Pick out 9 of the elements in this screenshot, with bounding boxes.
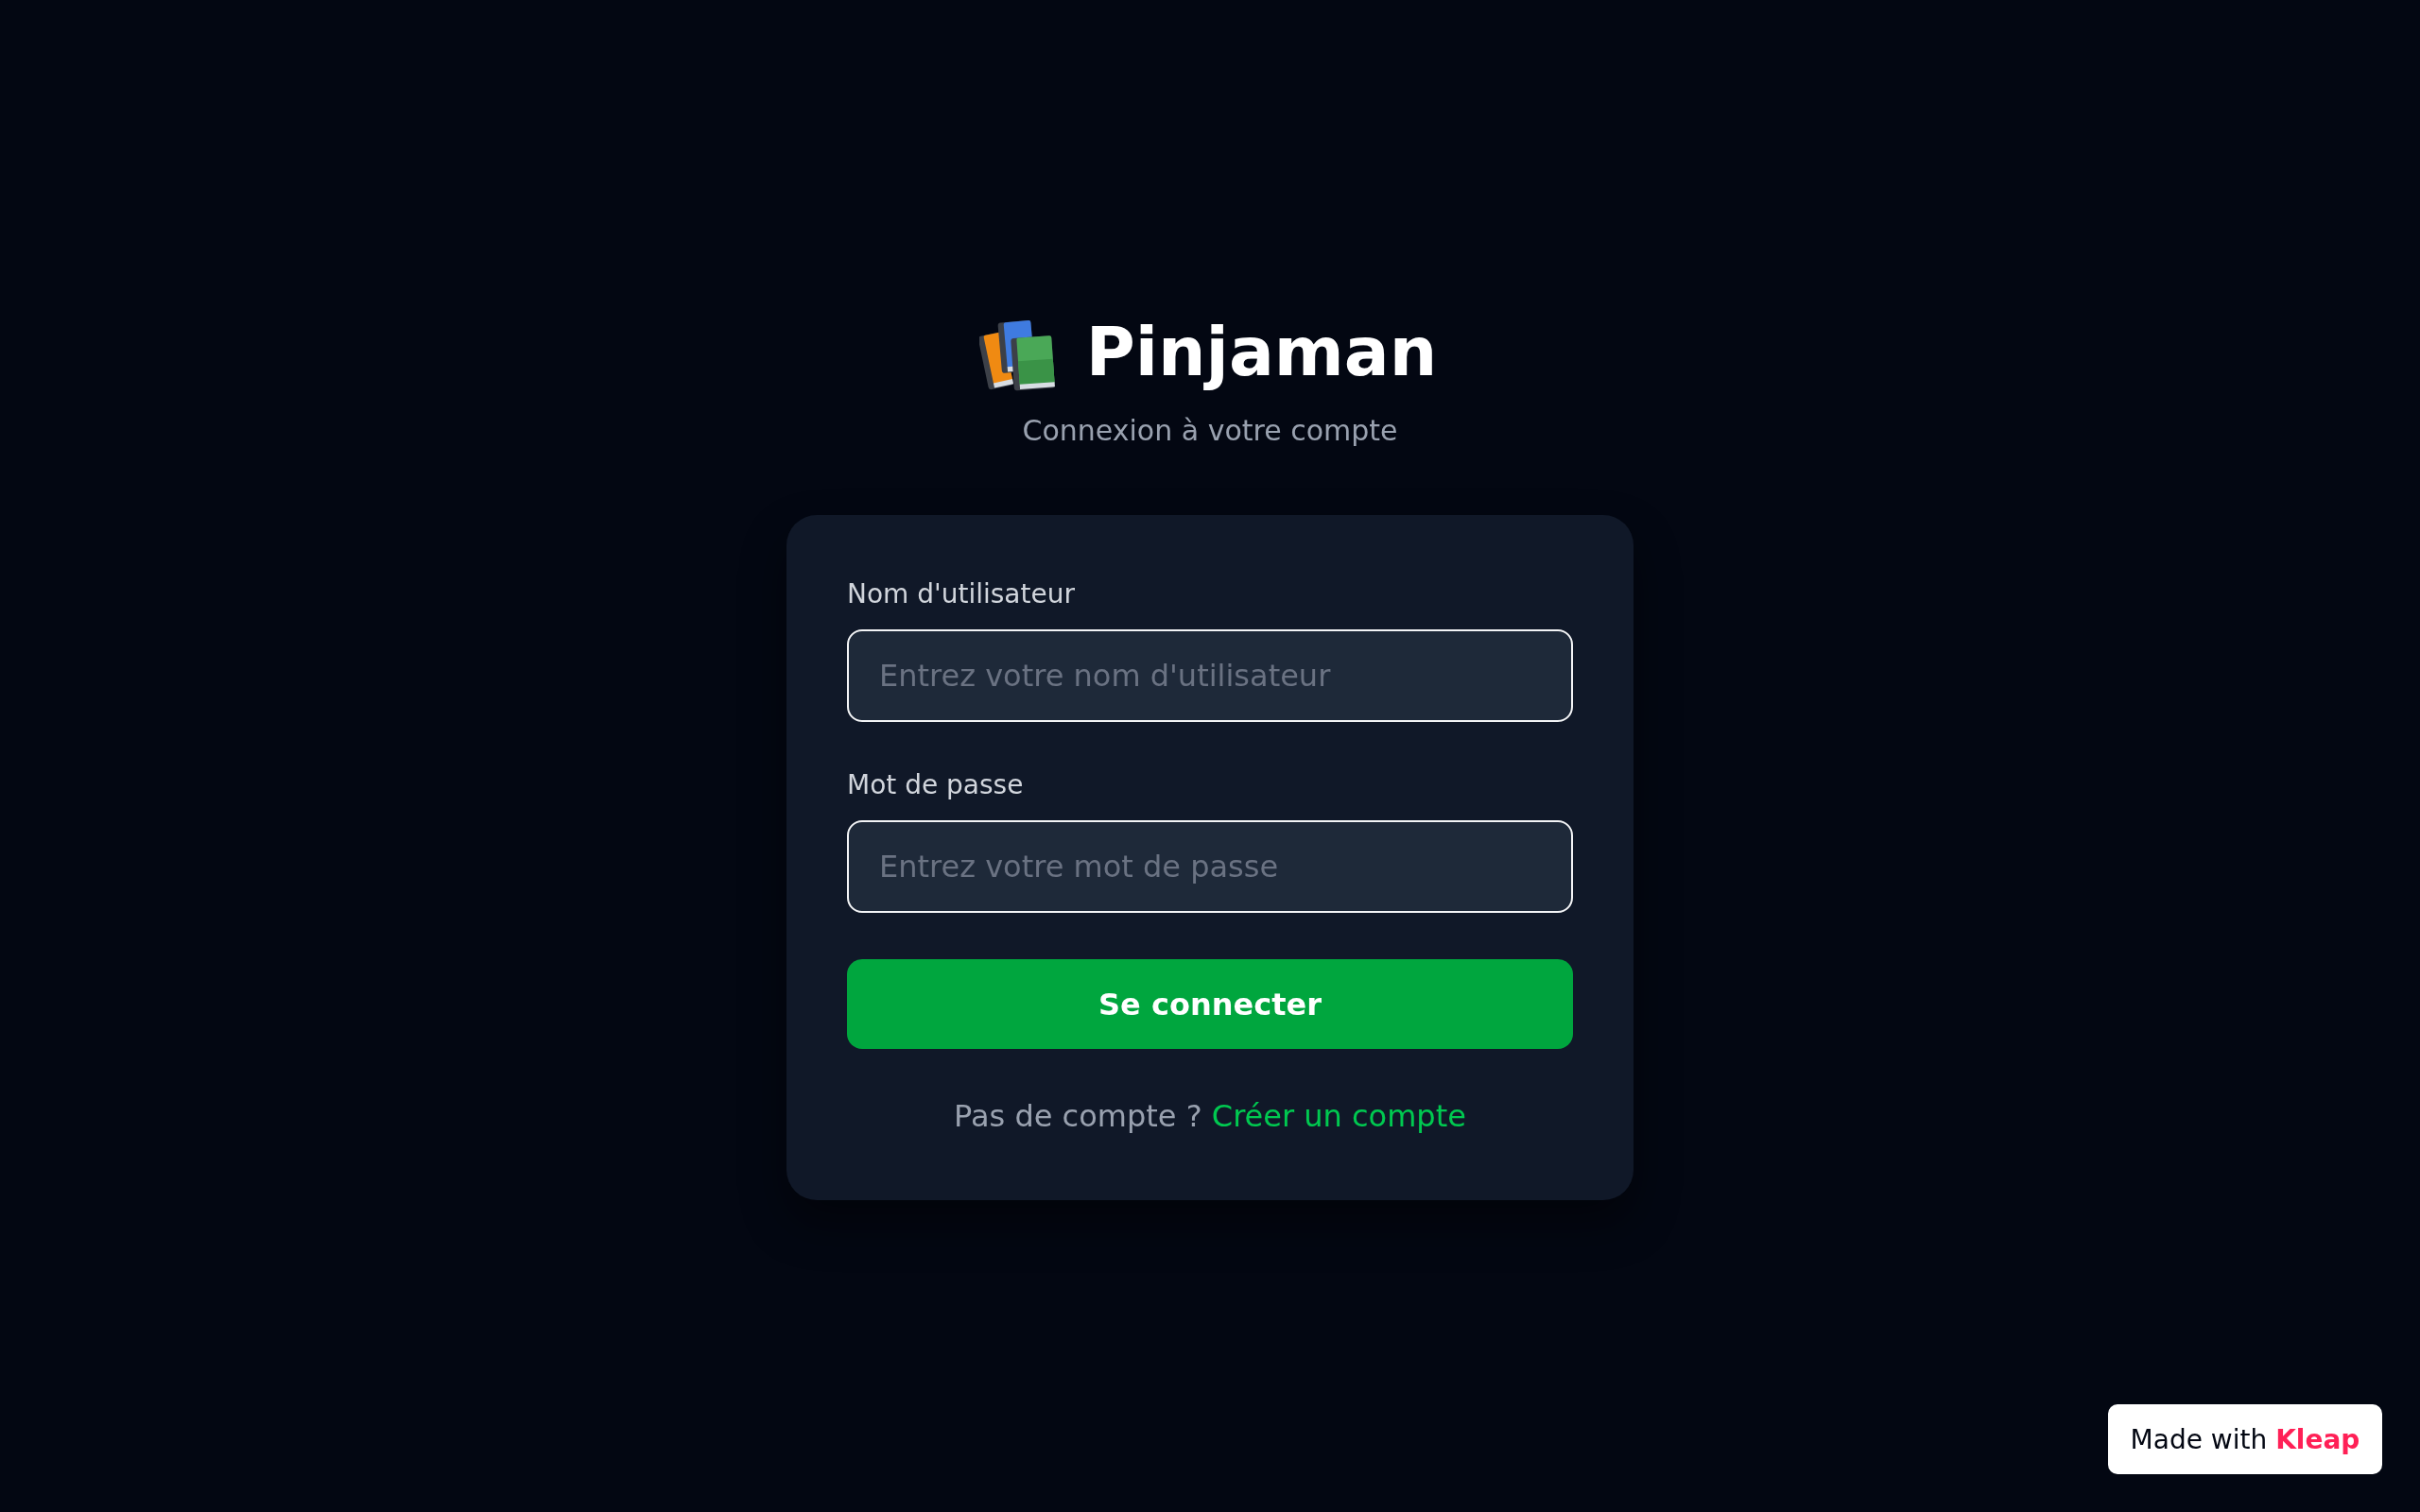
input-field[interactable]: Entrez votre nom d'utilisateur: [847, 629, 1573, 722]
page-subtitle: Connexion à votre compte: [1022, 414, 1398, 448]
create-account-link[interactable]: Créer un compte: [1211, 1098, 1466, 1134]
made-with-badge[interactable]: Made with Kleap: [2108, 1404, 2382, 1474]
field-label: Mot de passe: [847, 768, 1024, 802]
app-title: Pinjaman: [1085, 312, 1438, 392]
signup-prompt: Pas de compte ?: [954, 1098, 1202, 1134]
input-field[interactable]: Entrez votre mot de passe: [847, 820, 1573, 913]
field-label: Nom d'utilisateur: [847, 577, 1075, 611]
